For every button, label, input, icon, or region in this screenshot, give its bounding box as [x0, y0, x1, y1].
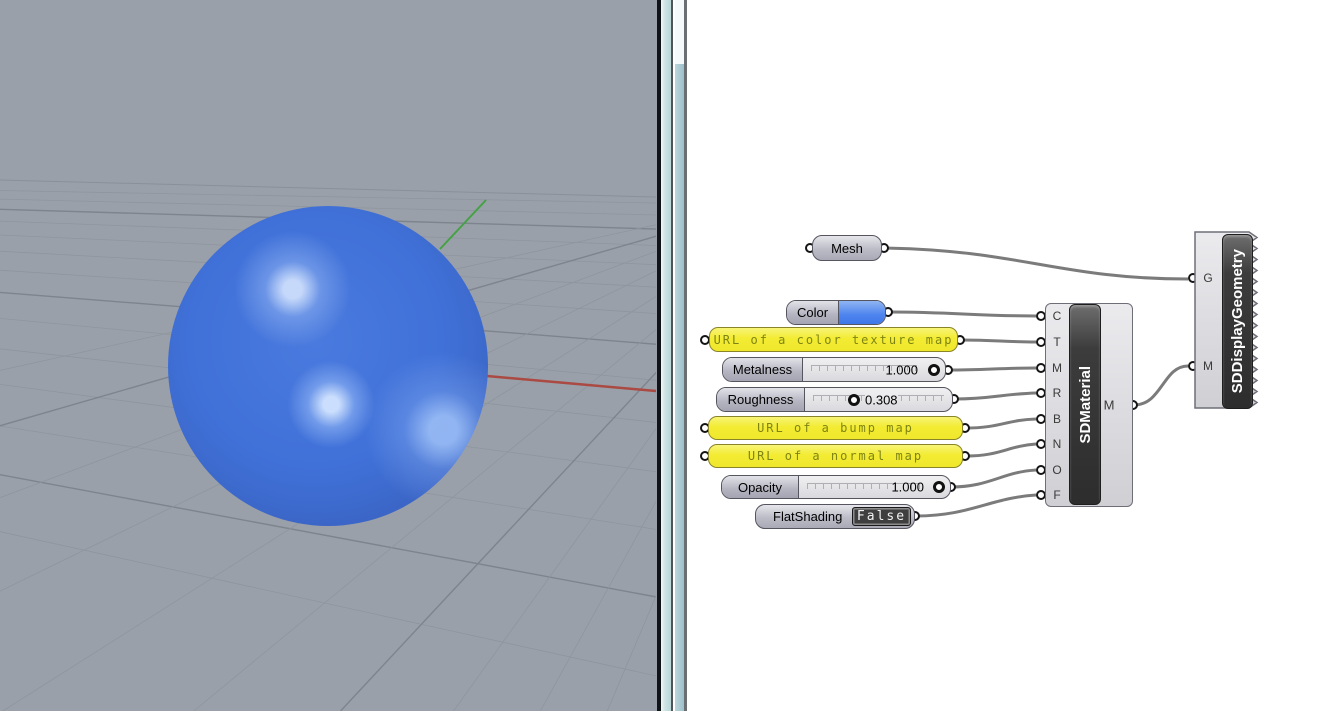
scrollbar-thumb[interactable]: [675, 64, 684, 711]
sdgeometry-name-capsule[interactable]: SDDisplayGeometry: [1222, 234, 1253, 409]
roughness-slider[interactable]: Roughness 0.308: [716, 387, 953, 412]
sdmaterial-input-m: M: [1052, 361, 1062, 375]
bump-map-panel[interactable]: URL of a bump map: [708, 416, 963, 440]
application-window: Mesh Color URL of a color texture map UR…: [0, 0, 1340, 711]
sdmaterial-input-f: F: [1053, 488, 1060, 502]
roughness-track[interactable]: 0.308: [805, 388, 952, 411]
sdmaterial-title: SDMaterial: [1077, 366, 1094, 444]
color-texture-text: URL of a color texture map: [714, 333, 954, 347]
sdmaterial-input-o: O: [1052, 463, 1061, 477]
sdgeometry-component[interactable]: G M SDDisplayGeometry: [1194, 230, 1266, 414]
sdgeometry-input-m: M: [1203, 359, 1213, 373]
opacity-value: 1.000: [891, 480, 924, 495]
color-texture-panel[interactable]: URL of a color texture map: [709, 327, 958, 352]
mesh-label: Mesh: [831, 241, 863, 256]
color-label: Color: [787, 301, 839, 324]
roughness-knob[interactable]: [848, 394, 860, 406]
metalness-value: 1.000: [885, 362, 918, 377]
opacity-track[interactable]: 1.000: [799, 476, 950, 498]
metalness-track[interactable]: 1.000: [803, 358, 945, 381]
flatshading-toggle[interactable]: FlatShading False: [755, 504, 915, 529]
roughness-value: 0.308: [865, 392, 898, 407]
opacity-label: Opacity: [722, 476, 799, 498]
sdmaterial-input-t: T: [1053, 335, 1060, 349]
metalness-knob[interactable]: [928, 364, 940, 376]
y-axis-green: [440, 200, 486, 249]
sdmaterial-component[interactable]: C T M R B N O F SDMaterial M: [1045, 303, 1133, 507]
color-swatch-node[interactable]: Color: [786, 300, 886, 325]
sdgeometry-title: SDDisplayGeometry: [1229, 249, 1246, 393]
sdmaterial-input-r: R: [1053, 386, 1062, 400]
flatshading-value-box[interactable]: False: [852, 507, 911, 526]
bump-map-text: URL of a bump map: [757, 421, 914, 435]
sdmaterial-input-b: B: [1053, 412, 1061, 426]
sdmaterial-name-capsule[interactable]: SDMaterial: [1069, 304, 1101, 505]
sdmaterial-output-m: M: [1104, 398, 1115, 413]
flatshading-label: FlatShading: [773, 509, 842, 524]
sdmaterial-input-n: N: [1053, 437, 1062, 451]
sdgeometry-input-g: G: [1203, 271, 1212, 285]
opacity-slider[interactable]: Opacity 1.000: [721, 475, 951, 499]
color-swatch[interactable]: [839, 301, 885, 324]
blue-sphere-mesh[interactable]: [168, 206, 488, 526]
flatshading-value: False: [857, 509, 906, 524]
roughness-label: Roughness: [717, 388, 805, 411]
sdmaterial-input-c: C: [1053, 309, 1062, 323]
metalness-label: Metalness: [723, 358, 803, 381]
grasshopper-window-edge: [661, 0, 673, 711]
opacity-knob[interactable]: [933, 481, 945, 493]
metalness-slider[interactable]: Metalness 1.000: [722, 357, 946, 382]
rhino-3d-viewport[interactable]: [0, 0, 657, 711]
normal-map-panel[interactable]: URL of a normal map: [708, 444, 963, 468]
normal-map-text: URL of a normal map: [748, 449, 923, 463]
mesh-param-node[interactable]: Mesh: [812, 235, 882, 261]
